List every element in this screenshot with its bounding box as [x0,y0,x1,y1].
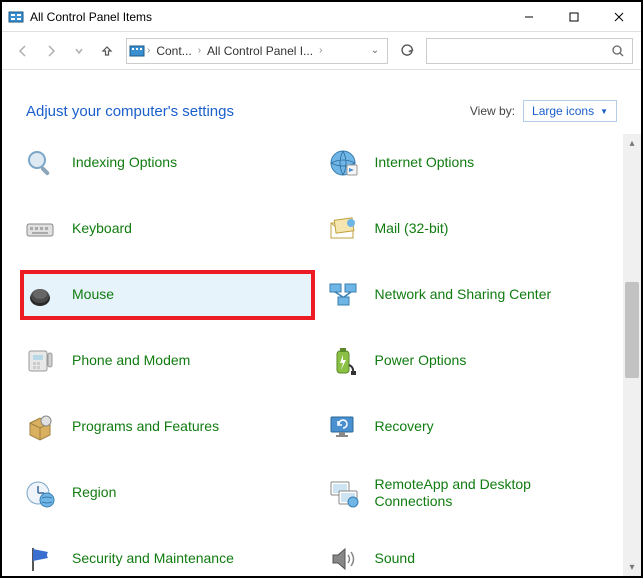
item-programs-features[interactable]: Programs and Features [22,404,313,450]
globe-icon [325,145,361,181]
search-input[interactable] [433,44,610,58]
item-network-sharing[interactable]: Network and Sharing Center [325,272,616,318]
item-phone-modem[interactable]: Phone and Modem [22,338,313,384]
address-bar[interactable]: › Cont... › All Control Panel I... › ⌄ [126,38,388,64]
keyboard-icon [22,211,58,247]
search-options-icon [22,145,58,181]
search-box[interactable] [426,38,633,64]
battery-icon [325,343,361,379]
flag-icon [22,541,58,576]
back-button[interactable] [10,38,36,64]
breadcrumb-control-panel[interactable]: Cont... [152,44,195,58]
up-button[interactable] [94,38,120,64]
box-icon [22,409,58,445]
scroll-track[interactable] [623,152,641,558]
item-internet-options[interactable]: Internet Options [325,140,616,186]
item-label: Keyboard [72,220,132,238]
item-mail[interactable]: Mail (32-bit) [325,206,616,252]
vertical-scrollbar[interactable]: ▴ ▾ [623,134,641,576]
item-label: Network and Sharing Center [375,286,552,304]
navigation-toolbar: › Cont... › All Control Panel I... › ⌄ [2,32,641,70]
item-label: Indexing Options [72,154,177,172]
window-title: All Control Panel Items [30,10,152,24]
recent-locations-button[interactable] [66,38,92,64]
scroll-down-button[interactable]: ▾ [623,558,641,576]
view-by-dropdown[interactable]: Large icons ▼ [523,100,617,122]
chevron-right-icon[interactable]: › [145,45,152,56]
chevron-right-icon[interactable]: › [317,45,324,56]
view-by-label: View by: [470,104,515,118]
address-history-dropdown[interactable]: ⌄ [365,45,385,56]
crumb-label: All Control Panel I... [207,44,313,58]
maximize-button[interactable] [551,3,596,31]
control-panel-icon [8,9,24,25]
item-label: Programs and Features [72,418,219,436]
titlebar-left: All Control Panel Items [8,9,152,25]
window-controls [506,3,641,31]
view-by-value: Large icons [532,104,594,118]
item-label: Sound [375,550,415,568]
titlebar: All Control Panel Items [2,2,641,32]
item-label: Region [72,484,116,502]
content-header: Adjust your computer's settings View by:… [2,70,641,134]
item-label: Internet Options [375,154,475,172]
mail-icon [325,211,361,247]
control-panel-window: All Control Panel Items › Cont... › All … [0,0,643,578]
chevron-right-icon[interactable]: › [196,45,203,56]
item-region[interactable]: Region [22,470,313,516]
chevron-down-icon: ▼ [600,107,608,116]
monitor-restore-icon [325,409,361,445]
breadcrumb-all-items[interactable]: All Control Panel I... [203,44,317,58]
refresh-button[interactable] [394,38,420,64]
crumb-label: Cont... [156,44,191,58]
item-label: RemoteApp and Desktop Connections [375,476,565,511]
minimize-button[interactable] [506,3,551,31]
item-label: Recovery [375,418,434,436]
item-label: Mouse [72,286,114,304]
item-power-options[interactable]: Power Options [325,338,616,384]
item-label: Security and Maintenance [72,550,234,568]
item-label: Phone and Modem [72,352,190,370]
mouse-icon [22,277,58,313]
item-keyboard[interactable]: Keyboard [22,206,313,252]
scroll-thumb[interactable] [625,282,639,378]
item-mouse[interactable]: Mouse [22,272,313,318]
close-button[interactable] [596,3,641,31]
search-icon[interactable] [610,44,626,58]
forward-button[interactable] [38,38,64,64]
body-area: Indexing Options Internet Options Keyboa… [2,134,641,576]
item-indexing-options[interactable]: Indexing Options [22,140,313,186]
scroll-up-button[interactable]: ▴ [623,134,641,152]
speaker-icon [325,541,361,576]
item-label: Mail (32-bit) [375,220,449,238]
items-grid: Indexing Options Internet Options Keyboa… [2,134,623,576]
page-heading: Adjust your computer's settings [26,103,234,120]
item-security-maintenance[interactable]: Security and Maintenance [22,536,313,576]
clock-globe-icon [22,475,58,511]
item-sound[interactable]: Sound [325,536,616,576]
phone-icon [22,343,58,379]
remote-desktop-icon [325,475,361,511]
view-by-control: View by: Large icons ▼ [470,100,617,122]
network-icon [325,277,361,313]
item-remoteapp[interactable]: RemoteApp and Desktop Connections [325,470,616,516]
address-icon [129,43,145,59]
item-label: Power Options [375,352,467,370]
item-recovery[interactable]: Recovery [325,404,616,450]
